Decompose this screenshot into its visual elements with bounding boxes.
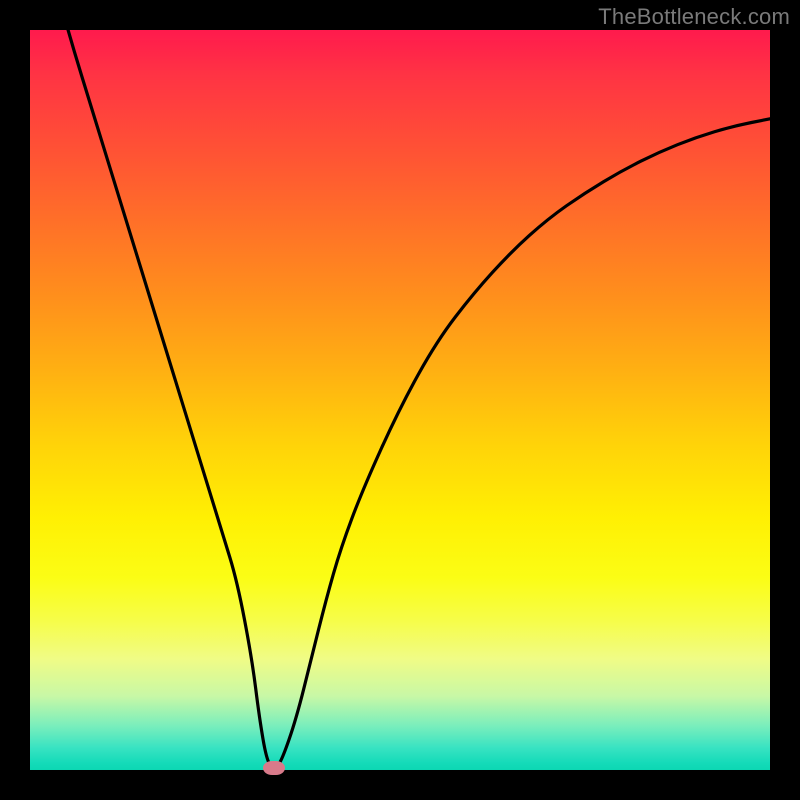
watermark-text: TheBottleneck.com [598,4,790,30]
curve-path [60,0,770,767]
chart-frame: TheBottleneck.com [0,0,800,800]
optimal-marker [263,761,285,775]
plot-area [30,30,770,770]
bottleneck-curve [30,30,770,770]
